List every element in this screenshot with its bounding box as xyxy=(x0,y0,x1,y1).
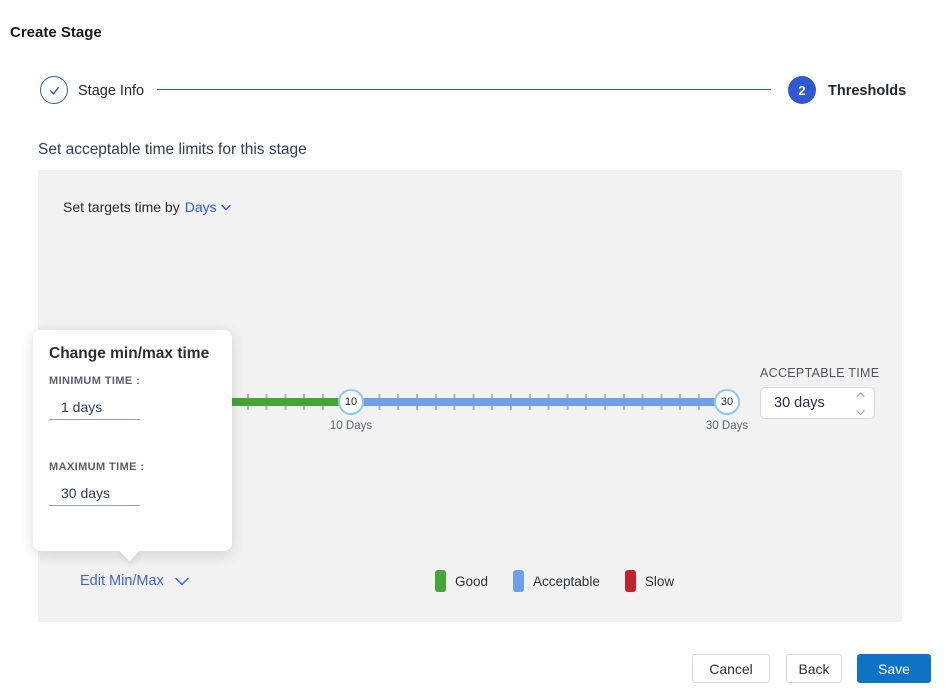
acceptable-time-field xyxy=(760,387,875,419)
popup-title: Change min/max time xyxy=(49,345,209,363)
slider-min-label: 10 Days xyxy=(321,420,381,432)
acceptable-time-input[interactable] xyxy=(774,388,854,418)
legend-label-acceptable: Acceptable xyxy=(533,574,600,589)
maximum-time-label: MAXIMUM TIME : xyxy=(49,461,144,473)
section-heading: Set acceptable time limits for this stag… xyxy=(38,141,307,159)
legend: Good Acceptable Slow xyxy=(435,570,674,592)
acceptable-time-stepper[interactable] xyxy=(855,392,865,416)
acceptable-time-label: ACCEPTABLE TIME xyxy=(760,366,879,380)
change-minmax-popup: Change min/max time MINIMUM TIME : MAXIM… xyxy=(33,330,232,551)
slider-handle-max-value: 30 xyxy=(721,396,733,408)
legend-swatch-good xyxy=(435,570,446,592)
step-stage-info-circle[interactable] xyxy=(40,76,68,104)
back-button[interactable]: Back xyxy=(786,654,842,683)
edit-minmax-link[interactable]: Edit Min/Max xyxy=(80,573,189,589)
chevron-down-icon xyxy=(175,577,189,586)
slider-track-acceptable-segment[interactable] xyxy=(351,398,727,406)
slider-handle-max[interactable]: 30 xyxy=(714,389,740,415)
legend-swatch-acceptable xyxy=(513,570,524,592)
legend-label-slow: Slow xyxy=(645,574,674,589)
legend-item-slow: Slow xyxy=(625,570,674,592)
slider-max-label: 30 Days xyxy=(697,420,757,432)
step-number-badge: 2 xyxy=(798,83,805,98)
legend-item-acceptable: Acceptable xyxy=(513,570,600,592)
chevron-down-icon[interactable] xyxy=(856,410,865,416)
edit-minmax-label: Edit Min/Max xyxy=(80,573,164,589)
target-time-row: Set targets time by Days xyxy=(63,199,231,215)
create-stage-dialog: Create Stage Stage Info 2 Thresholds Set… xyxy=(0,0,945,697)
step-label-thresholds: Thresholds xyxy=(828,83,906,99)
legend-swatch-slow xyxy=(625,570,636,592)
slider-track-good-segment[interactable] xyxy=(218,398,351,406)
maximum-time-input[interactable] xyxy=(49,480,140,506)
target-time-unit-dropdown[interactable]: Days xyxy=(185,199,231,215)
legend-item-good: Good xyxy=(435,570,488,592)
slider-handle-min-value: 10 xyxy=(345,396,357,408)
step-label-stage-info: Stage Info xyxy=(78,83,144,99)
minimum-time-label: MINIMUM TIME : xyxy=(49,375,140,387)
page-title: Create Stage xyxy=(10,24,102,41)
chevron-up-icon[interactable] xyxy=(856,392,865,398)
minimum-time-input[interactable] xyxy=(49,394,140,420)
target-time-unit-value: Days xyxy=(185,199,217,215)
slider-handle-min[interactable]: 10 xyxy=(338,389,364,415)
check-icon xyxy=(47,83,62,98)
step-thresholds-circle[interactable]: 2 xyxy=(788,76,816,104)
target-time-label: Set targets time by xyxy=(63,199,180,215)
cancel-button[interactable]: Cancel xyxy=(692,654,770,683)
stepper-connector-line xyxy=(157,89,771,90)
chevron-down-icon xyxy=(221,204,231,211)
legend-label-good: Good xyxy=(455,574,488,589)
save-button[interactable]: Save xyxy=(857,654,931,683)
